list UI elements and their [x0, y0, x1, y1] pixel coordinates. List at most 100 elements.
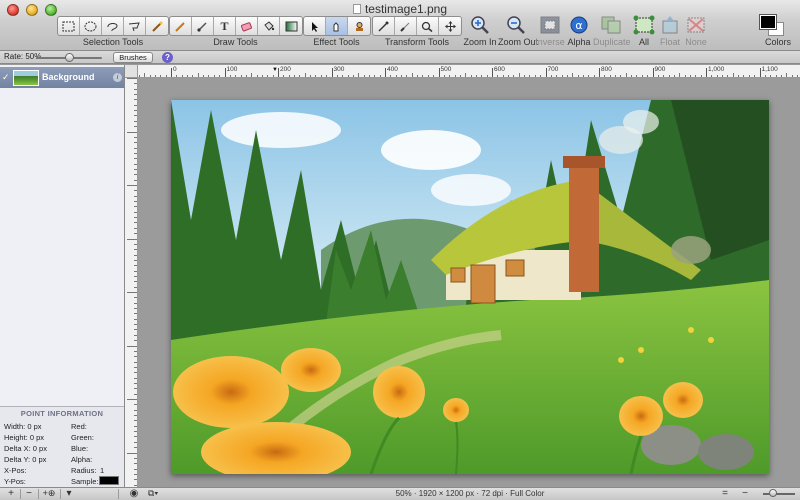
- ruler-tick: [492, 68, 493, 77]
- color-well[interactable]: [759, 14, 786, 37]
- ruler-tick-label: 0: [173, 66, 177, 73]
- move-pointer-icon[interactable]: [304, 17, 326, 35]
- remove-layer-button[interactable]: −: [22, 488, 36, 500]
- ruler-tick: [171, 68, 172, 77]
- ruler-tick-label: 600: [494, 66, 505, 73]
- text-icon[interactable]: T: [214, 17, 236, 35]
- rate-slider-knob[interactable]: [65, 53, 74, 62]
- document-image[interactable]: [171, 100, 769, 474]
- tool-options-bar: Rate: 50% Brushes ?: [0, 51, 800, 64]
- ruler-tick: [278, 68, 279, 77]
- ruler-tick-label: 200: [280, 66, 291, 73]
- transform-tools-label: Transform Tools: [384, 37, 450, 47]
- layer-name: Background: [42, 72, 95, 82]
- document-icon: [352, 4, 361, 14]
- ruler-minor-tick: [127, 185, 137, 186]
- delta-y-value: Delta Y: 0 px: [4, 455, 47, 464]
- sample-color-swatch[interactable]: [99, 476, 119, 485]
- brushes-button[interactable]: Brushes: [113, 52, 153, 63]
- height-value: Height: 0 px: [4, 433, 45, 442]
- ruler-tick-label: 500: [440, 66, 452, 73]
- move-arrows-icon[interactable]: [439, 17, 461, 35]
- red-value: Red:: [71, 422, 87, 431]
- selection-tools-label: Selection Tools: [82, 37, 144, 47]
- layer-info-icon[interactable]: i: [113, 73, 122, 82]
- svg-text:α: α: [575, 19, 582, 32]
- eye-icon[interactable]: ◉: [127, 488, 141, 500]
- layer-visibility-checkbox[interactable]: ✓: [2, 72, 10, 83]
- zoom-in-button[interactable]: Zoom In: [462, 15, 498, 47]
- y-pos-value: Y-Pos:: [4, 477, 26, 486]
- zoom-slider-knob[interactable]: [768, 489, 777, 497]
- layers-panel: ✓ Background i POINT INFORMATION Width: …: [0, 65, 125, 487]
- zoom-out-button[interactable]: Zoom Out: [498, 15, 538, 47]
- ruler-tick: [438, 68, 440, 77]
- ruler-position-marker: ▼: [272, 67, 278, 73]
- ruler-tick: [706, 68, 707, 77]
- window-toolbar: testimage1.png Selection Tools T Draw To…: [0, 0, 800, 51]
- horizontal-ruler: 10001002003004005006007008009001,0001,10…: [125, 65, 800, 78]
- duplicate-layer-button[interactable]: +⊕: [40, 488, 58, 500]
- color-picker-icon[interactable]: [395, 17, 417, 35]
- rect-select-icon[interactable]: [58, 17, 80, 35]
- separator: [20, 489, 21, 499]
- ruler-tick: [331, 68, 333, 77]
- zoom-out-icon: [505, 15, 527, 35]
- brush-icon[interactable]: [192, 17, 214, 35]
- layer-thumbnail: [13, 70, 39, 86]
- separator: [60, 489, 61, 499]
- selection-tools-group: [57, 16, 169, 36]
- select-none-button[interactable]: None: [678, 15, 714, 47]
- eraser-icon[interactable]: [236, 17, 258, 35]
- ruler-minor-tick: [127, 345, 137, 347]
- ruler-minor-tick: [127, 131, 137, 133]
- ruler-tick-label: 1,100: [761, 66, 778, 73]
- effect-tools-label: Effect Tools: [313, 37, 360, 47]
- point-information-header: POINT INFORMATION: [20, 409, 104, 418]
- alpha-icon: α: [568, 15, 590, 35]
- layer-row[interactable]: ✓ Background i: [0, 67, 124, 88]
- blue-value: Blue:: [71, 444, 89, 453]
- zoom-decrease-button[interactable]: −: [738, 488, 752, 500]
- ruler-minor-tick: [127, 399, 137, 400]
- magnifier-icon[interactable]: [417, 17, 439, 35]
- ruler-tick: [652, 68, 654, 77]
- polygon-lasso-icon[interactable]: [124, 17, 146, 35]
- smudge-icon[interactable]: [326, 17, 348, 35]
- pencil-icon[interactable]: [170, 17, 192, 35]
- clone-stamp-icon[interactable]: [348, 17, 370, 35]
- status-bar: + − +⊕ ▾ ◉ ⧉▾ 50% · 1920 × 1200 px · 72 …: [0, 487, 800, 500]
- ellipse-select-icon[interactable]: [80, 17, 102, 35]
- add-layer-button[interactable]: +: [4, 488, 18, 500]
- image-status-text: 50% · 1920 × 1200 px · 72 dpi · Full Col…: [395, 489, 545, 498]
- alpha-value: Alpha:: [71, 455, 93, 464]
- green-value: Green:: [71, 433, 94, 442]
- zoom-slider-track[interactable]: [763, 493, 795, 495]
- draw-tools-group: T: [169, 16, 303, 36]
- ruler-tick: [545, 68, 547, 77]
- radius-value[interactable]: 1: [100, 466, 104, 475]
- eyedropper-icon[interactable]: [373, 17, 395, 35]
- radius-label: Radius:: [71, 466, 97, 475]
- window-title: testimage1.png: [0, 2, 800, 16]
- help-button[interactable]: ?: [162, 52, 173, 63]
- zoom-fit-button[interactable]: =: [718, 488, 732, 500]
- foreground-color-swatch[interactable]: [759, 14, 777, 30]
- magic-wand-icon[interactable]: [146, 17, 168, 35]
- view-mode-icon[interactable]: ⧉▾: [145, 488, 161, 500]
- lasso-icon[interactable]: [102, 17, 124, 35]
- transform-tools-group: [372, 16, 462, 36]
- duplicate-button[interactable]: Duplicate: [593, 15, 631, 47]
- ruler-tick: [385, 68, 386, 77]
- select-none-icon: [685, 15, 707, 35]
- ruler-tick-label: 700: [547, 66, 559, 73]
- draw-tools-label: Draw Tools: [213, 37, 258, 47]
- width-value: Width: 0 px: [4, 422, 42, 431]
- alpha-button[interactable]: α Alpha: [561, 15, 597, 47]
- gradient-icon[interactable]: [280, 17, 302, 35]
- layer-menu-icon[interactable]: ▾: [62, 488, 76, 500]
- separator: [38, 489, 39, 499]
- ruler-tick: [224, 68, 226, 77]
- ruler-tick: [759, 68, 761, 77]
- paint-bucket-icon[interactable]: [258, 17, 280, 35]
